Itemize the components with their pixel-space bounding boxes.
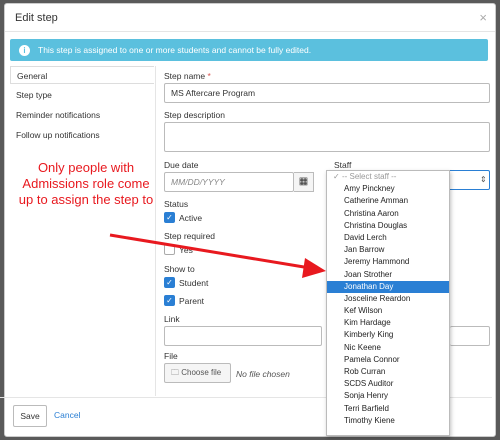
annotation-arrow-line	[109, 233, 311, 270]
annotation-arrow-head	[302, 258, 326, 278]
annotation-arrow	[109, 233, 326, 278]
